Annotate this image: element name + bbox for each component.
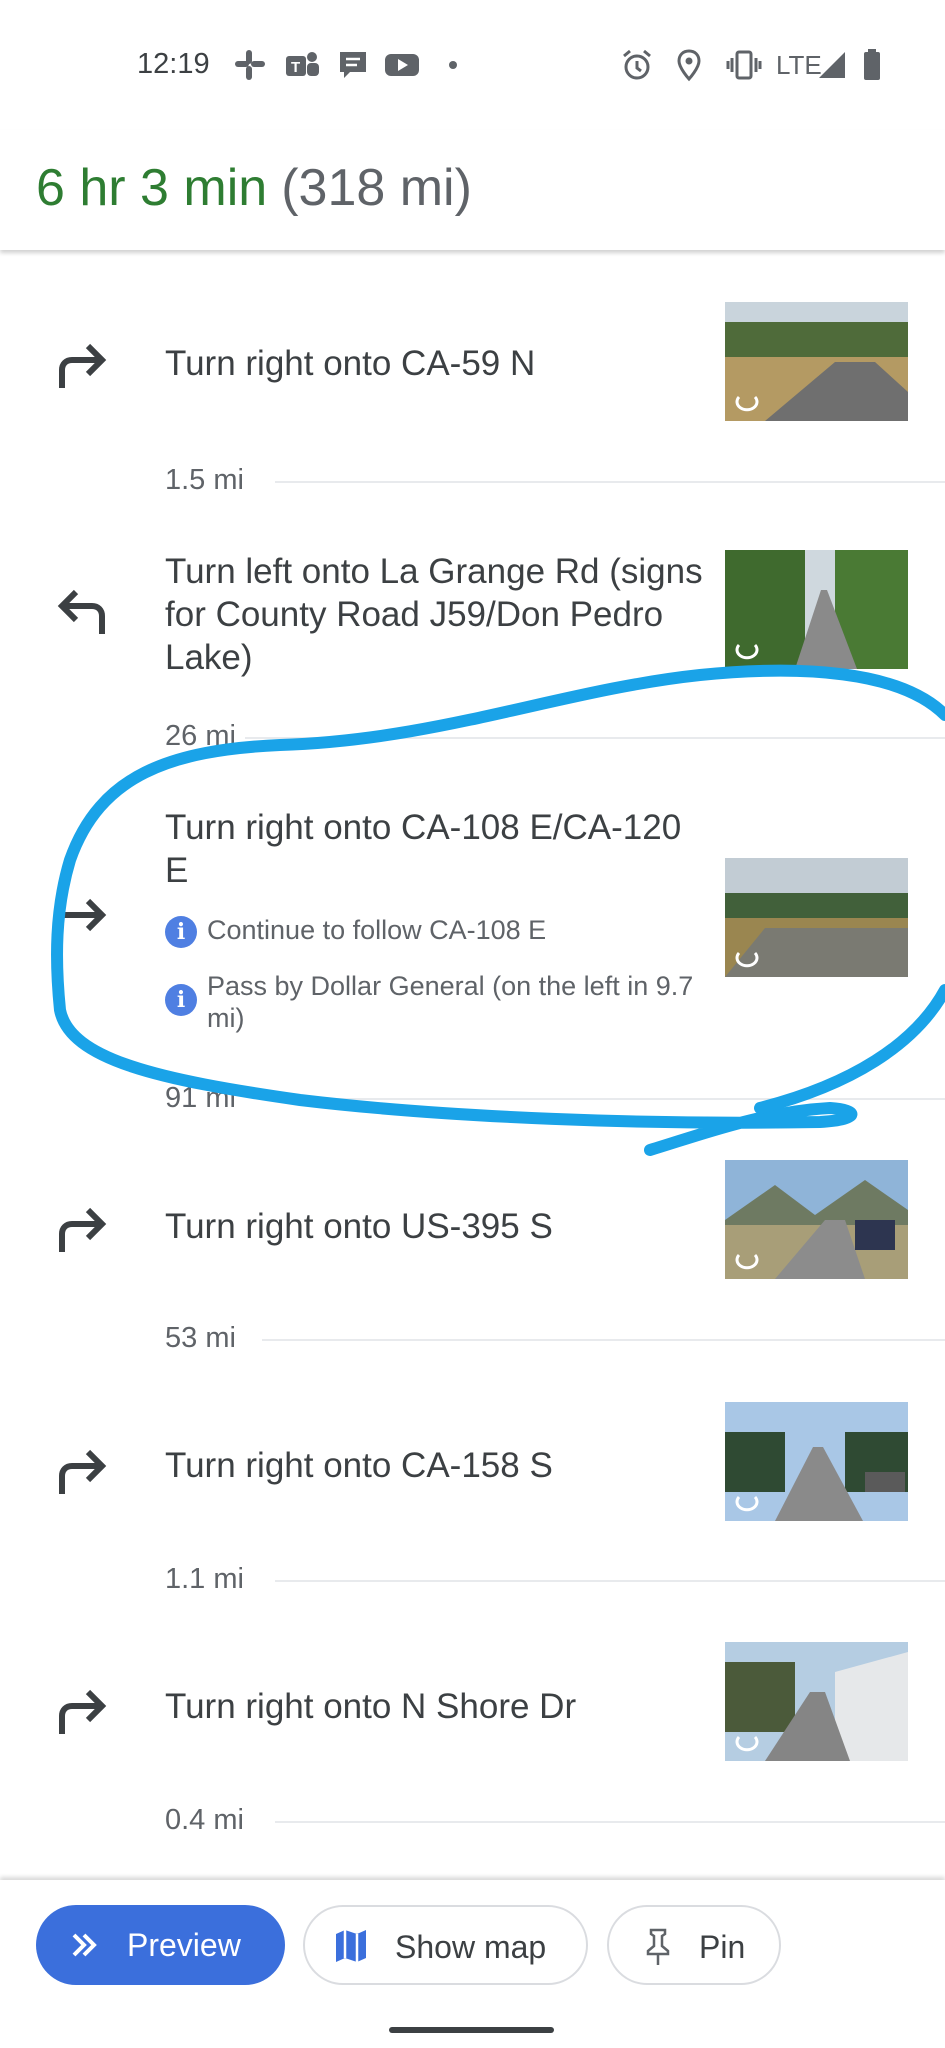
status-time: 12:19: [137, 48, 210, 80]
double-chevron-icon: [72, 1933, 97, 1957]
direction-step[interactable]: Turn right onto CA-59 N: [0, 290, 945, 450]
route-duration: 6 hr 3 min: [36, 159, 268, 217]
pin-label: Pin: [699, 1929, 746, 1965]
preview-button[interactable]: Preview: [36, 1905, 285, 1985]
home-indicator[interactable]: [389, 2027, 554, 2033]
step-instruction: Turn right onto CA-158 S: [165, 1446, 553, 1485]
youtube-icon: [385, 54, 419, 76]
show-map-button[interactable]: Show map: [303, 1905, 588, 1985]
turn-left-icon: [57, 589, 105, 634]
step-distance: 1.1 mi: [165, 1563, 244, 1595]
teams-icon: T: [286, 52, 319, 76]
status-bar: 12:19 T LTE: [0, 0, 945, 130]
step-instruction: Turn right onto US-395 S: [165, 1207, 553, 1246]
direction-step[interactable]: Turn right onto N Shore Dr: [0, 1630, 945, 1790]
step-note-text: Pass by Dollar General (on the left in 9…: [207, 971, 694, 1033]
info-icon: i: [165, 984, 197, 1016]
pin-icon: [646, 1928, 670, 1965]
vibrate-icon: [726, 50, 762, 80]
alarm-icon: [623, 49, 651, 80]
route-summary: 6 hr 3 min (318 mi): [36, 158, 472, 218]
step-distance: 91 mi: [165, 1082, 236, 1114]
step-distance: 26 mi: [165, 720, 236, 752]
route-distance: (318 mi): [281, 159, 472, 217]
street-view-thumbnail[interactable]: [725, 858, 908, 977]
location-icon: [677, 49, 701, 82]
street-view-thumbnail[interactable]: [725, 302, 908, 421]
battery-icon: [864, 49, 880, 80]
direction-step[interactable]: Turn right onto CA-108 E/CA-120 E i Cont…: [0, 790, 945, 1090]
direction-step[interactable]: Turn left onto La Grange Rd (signs for C…: [0, 530, 945, 700]
messages-icon: [340, 52, 366, 78]
street-view-thumbnail[interactable]: [725, 1402, 908, 1521]
pin-button[interactable]: Pin: [607, 1905, 781, 1985]
step-distance: 1.5 mi: [165, 464, 244, 496]
bottom-action-bar: Preview Show map Pin: [0, 1880, 945, 2048]
step-divider: [245, 737, 945, 739]
show-map-label: Show map: [395, 1929, 547, 1965]
slack-icon: [235, 50, 265, 80]
step-note-text: Continue to follow CA-108 E: [207, 915, 547, 945]
dot-icon: [449, 61, 457, 69]
step-divider: [262, 1339, 945, 1341]
step-instruction: Turn right onto CA-108 E/CA-120 E: [165, 808, 682, 890]
street-view-thumbnail[interactable]: [725, 1160, 908, 1279]
signal-icon: [819, 52, 845, 78]
step-instruction: Turn left onto La Grange Rd (signs for C…: [165, 552, 703, 677]
step-distance: 53 mi: [165, 1322, 236, 1354]
street-view-thumbnail[interactable]: [725, 1642, 908, 1761]
turn-right-icon: [59, 1449, 107, 1494]
turn-right-icon: [59, 1689, 107, 1734]
direction-step[interactable]: Turn right onto US-395 S: [0, 1150, 945, 1310]
step-divider: [275, 481, 945, 483]
turn-right-icon: [59, 343, 107, 388]
preview-label: Preview: [127, 1927, 241, 1963]
network-label: LTE: [776, 50, 822, 80]
map-icon: [336, 1930, 366, 1962]
direction-step[interactable]: Turn right onto CA-158 S: [0, 1390, 945, 1550]
step-distance: 0.4 mi: [165, 1804, 244, 1836]
turn-right-icon: [59, 1207, 107, 1252]
step-divider: [275, 1580, 945, 1582]
step-instruction: Turn right onto N Shore Dr: [165, 1687, 577, 1726]
info-icon: i: [165, 916, 197, 948]
svg-text:T: T: [291, 59, 300, 76]
step-divider: [275, 1821, 945, 1823]
turn-right-icon: [62, 898, 107, 932]
route-summary-header: 6 hr 3 min (318 mi): [0, 130, 945, 250]
step-instruction: Turn right onto CA-59 N: [165, 344, 536, 383]
step-divider: [260, 1098, 945, 1100]
street-view-thumbnail[interactable]: [725, 550, 908, 669]
